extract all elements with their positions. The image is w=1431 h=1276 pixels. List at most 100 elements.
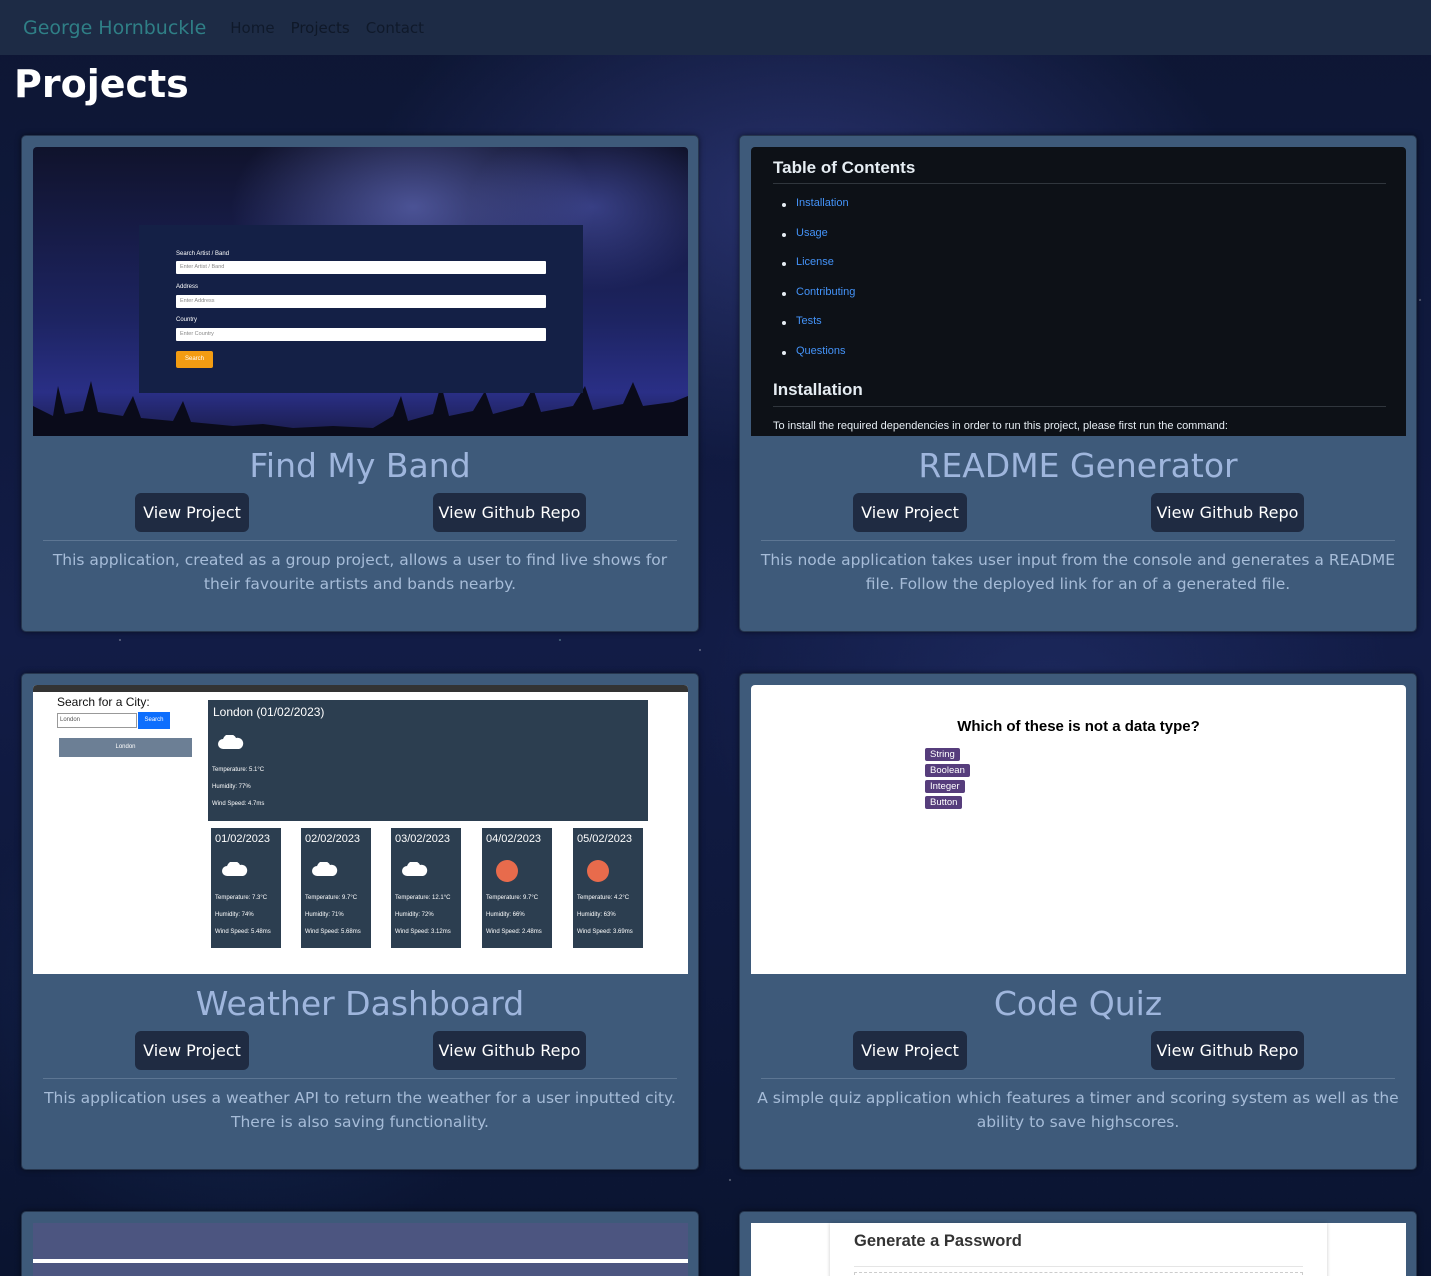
quiz-question: Which of these is not a data type?: [957, 718, 1200, 735]
cloud-icon: [218, 735, 244, 749]
weather-preview: Search for a City: London Search London …: [33, 685, 688, 974]
forecast-humidity: Humidity: 71%: [305, 912, 344, 918]
project-card-readme-generator: Table of Contents Installation Usage Lic…: [739, 135, 1417, 632]
project-preview-image[interactable]: Which of these is not a data type? Strin…: [751, 685, 1406, 974]
artist-label: Search Artist / Band: [176, 251, 230, 257]
toc-heading: Table of Contents: [773, 158, 916, 177]
forecast-temp: Temperature: 9.7°C: [305, 895, 358, 901]
project-preview-image[interactable]: Generate a Password: [751, 1223, 1406, 1276]
forecast-date: 04/02/2023: [486, 833, 542, 845]
project-preview-image[interactable]: [33, 1223, 688, 1276]
forecast-day: 01/02/2023 Temperature: 7.3°C Humidity: …: [211, 828, 281, 948]
quiz-preview: Which of these is not a data type? Strin…: [751, 685, 1406, 974]
navbar: George Hornbuckle Home Projects Contact: [0, 0, 1431, 55]
bullet: [782, 321, 786, 325]
password-card-preview: Generate a Password: [830, 1223, 1327, 1276]
project-card-password-generator: Generate a Password: [739, 1211, 1417, 1276]
band-search-button: Search: [176, 351, 213, 368]
project-title: README Generator: [918, 446, 1238, 485]
password-divider: [854, 1266, 1303, 1267]
today-title: London (01/02/2023): [213, 705, 325, 719]
forecast-wind: Wind Speed: 5.68ms: [305, 929, 361, 935]
forecast-date: 03/02/2023: [395, 833, 451, 845]
toc-item: Usage: [796, 227, 828, 239]
card-divider: [43, 1078, 677, 1079]
history-button: London: [59, 738, 192, 757]
forecast-temp: Temperature: 4.2°C: [577, 895, 630, 901]
quiz-option: Integer: [925, 780, 965, 793]
toc-item: Questions: [796, 345, 846, 357]
toc-item: Tests: [796, 315, 822, 327]
project-title: Find My Band: [249, 446, 471, 485]
heading-rule: [773, 183, 1386, 184]
view-project-button[interactable]: View Project: [135, 1031, 249, 1070]
concert-background: Search Artist / Band Enter Artist / Band…: [33, 147, 688, 436]
project-description: This application uses a weather API to r…: [44, 1089, 676, 1131]
forecast-day: 03/02/2023 Temperature: 12.1°C Humidity:…: [391, 828, 461, 948]
card-divider: [761, 540, 1395, 541]
toc-item: Contributing: [796, 286, 856, 298]
view-project-button[interactable]: View Project: [135, 493, 249, 532]
today-weather-panel: London (01/02/2023) Temperature: 5.1°C H…: [208, 700, 648, 821]
forecast-humidity: Humidity: 66%: [486, 912, 525, 918]
project-title: Code Quiz: [993, 984, 1163, 1023]
project-preview-image[interactable]: Search Artist / Band Enter Artist / Band…: [33, 147, 688, 436]
forecast-humidity: Humidity: 63%: [577, 912, 616, 918]
band-search-form: Search Artist / Band Enter Artist / Band…: [139, 225, 583, 393]
view-project-button[interactable]: View Project: [853, 1031, 967, 1070]
project-card-partial-left: [21, 1211, 699, 1276]
forecast-date: 05/02/2023: [577, 833, 633, 845]
forecast-day: 04/02/2023 Temperature: 9.7°C Humidity: …: [482, 828, 552, 948]
city-search-label: Search for a City:: [57, 695, 150, 709]
quiz-option: Button: [925, 796, 963, 809]
artist-input: Enter Artist / Band: [176, 261, 546, 274]
forecast-day: 05/02/2023 Temperature: 4.2°C Humidity: …: [573, 828, 643, 948]
bullet: [782, 233, 786, 237]
project-card-code-quiz: Which of these is not a data type? Strin…: [739, 673, 1417, 1170]
country-input: Enter Country: [176, 328, 546, 341]
quiz-option: String: [925, 748, 960, 761]
address-input: Enter Address: [176, 295, 546, 308]
nav-projects[interactable]: Projects: [291, 19, 350, 37]
project-preview-image[interactable]: Table of Contents Installation Usage Lic…: [751, 147, 1406, 436]
today-temp: Temperature: 5.1°C: [212, 767, 265, 773]
view-project-button[interactable]: View Project: [853, 493, 967, 532]
forecast-wind: Wind Speed: 3.69ms: [577, 929, 633, 935]
heading-rule: [773, 406, 1386, 407]
password-output-box: [854, 1272, 1303, 1276]
view-github-repo-button[interactable]: View Github Repo: [433, 493, 586, 532]
forecast-temp: Temperature: 12.1°C: [395, 895, 451, 901]
readme-preview: Table of Contents Installation Usage Lic…: [751, 147, 1406, 436]
forecast-wind: Wind Speed: 5.48ms: [215, 929, 271, 935]
forecast-wind: Wind Speed: 2.48ms: [486, 929, 542, 935]
bullet: [782, 262, 786, 266]
project-card-weather-dashboard: Search for a City: London Search London …: [21, 673, 699, 1170]
project-description: A simple quiz application which features…: [757, 1089, 1399, 1131]
cloud-icon: [402, 862, 428, 876]
forecast-date: 01/02/2023: [215, 833, 271, 845]
forecast-humidity: Humidity: 72%: [395, 912, 434, 918]
nav-home[interactable]: Home: [230, 19, 274, 37]
country-label: Country: [176, 317, 198, 323]
forecast-temp: Temperature: 7.3°C: [215, 895, 268, 901]
city-input: London: [57, 713, 137, 728]
brand-link[interactable]: George Hornbuckle: [23, 17, 206, 39]
bullet: [782, 351, 786, 355]
view-github-repo-button[interactable]: View Github Repo: [1151, 493, 1304, 532]
project-description: This application, created as a group pro…: [52, 551, 668, 593]
view-github-repo-button[interactable]: View Github Repo: [433, 1031, 586, 1070]
forecast-day: 02/02/2023 Temperature: 9.7°C Humidity: …: [301, 828, 371, 948]
bullet: [782, 203, 786, 207]
sun-icon: [496, 860, 518, 882]
card-divider: [761, 1078, 1395, 1079]
forecast-temp: Temperature: 9.7°C: [486, 895, 539, 901]
today-wind: Wind Speed: 4.7ms: [212, 801, 265, 807]
view-github-repo-button[interactable]: View Github Repo: [1151, 1031, 1304, 1070]
toc-item: License: [796, 256, 834, 268]
forecast-date: 02/02/2023: [305, 833, 361, 845]
forecast-humidity: Humidity: 74%: [215, 912, 254, 918]
preview-header-bar: [33, 685, 688, 692]
project-preview-image[interactable]: Search for a City: London Search London …: [33, 685, 688, 974]
nav-contact[interactable]: Contact: [366, 19, 424, 37]
address-label: Address: [176, 284, 199, 290]
